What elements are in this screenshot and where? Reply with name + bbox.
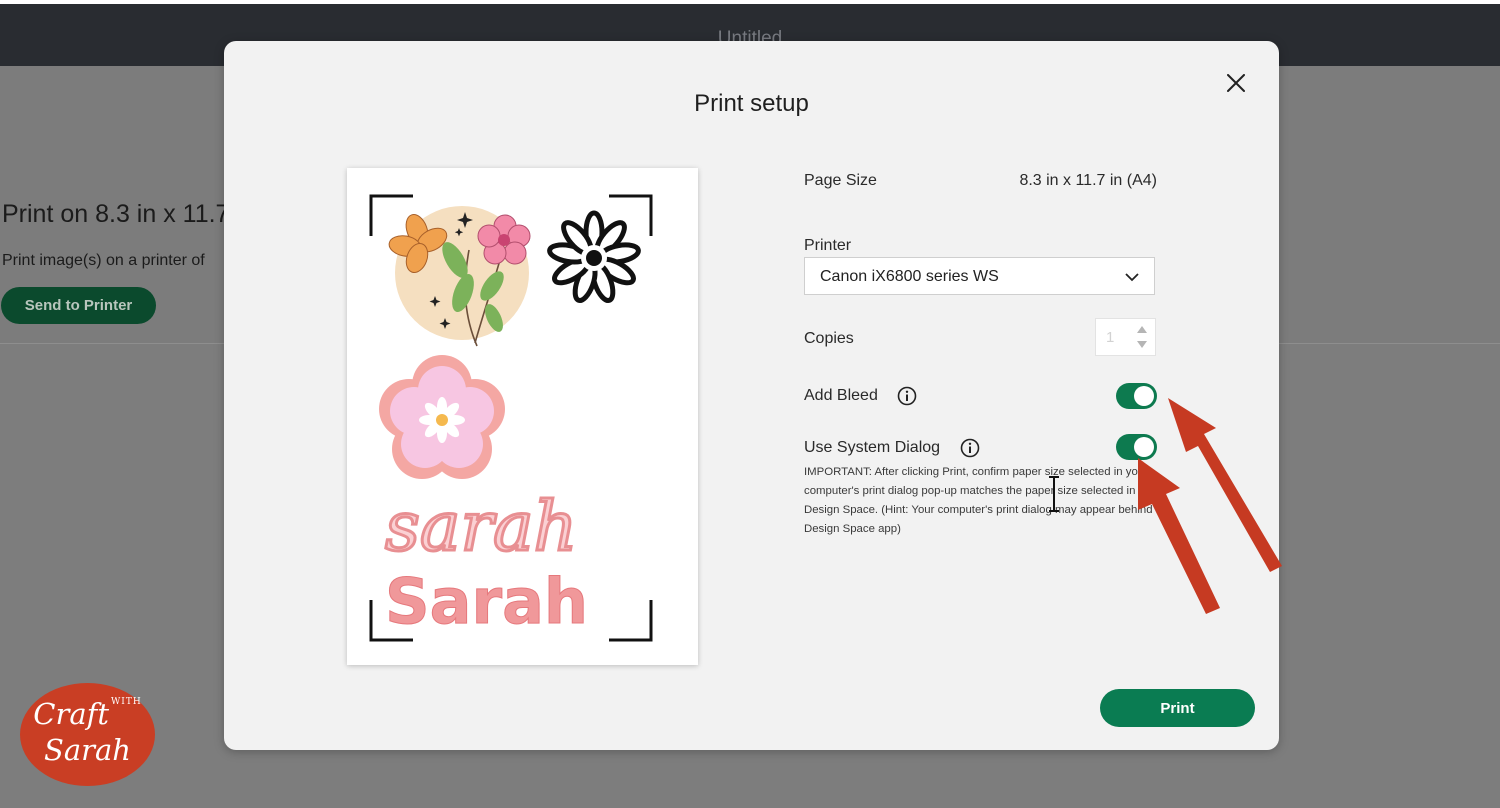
add-bleed-toggle[interactable] [1116,383,1157,409]
printer-label: Printer [804,237,852,254]
preview-artwork: sarah Sarah [369,194,653,642]
system-dialog-note: IMPORTANT: After clicking Print, confirm… [804,466,1153,535]
system-dialog-label: Use System Dialog [804,439,941,456]
close-icon [1227,74,1245,92]
add-bleed-label: Add Bleed [804,387,878,404]
text-cursor-icon [1049,476,1059,512]
background-print-title: Print on 8.3 in x 11.7 [2,200,230,228]
page-size-value: 8.3 in x 11.7 in (A4) [1019,172,1157,189]
logo-with: WITH [111,697,142,707]
print-preview: sarah Sarah [347,168,698,665]
decrement-arrow-icon[interactable] [1136,340,1148,350]
print-button[interactable]: Print [1100,689,1255,727]
printer-select[interactable]: Canon iX6800 series WS [804,257,1155,295]
toggle-knob [1134,437,1154,457]
copies-label: Copies [804,330,854,347]
craft-with-sarah-logo: Craft WITH Sarah [20,683,155,786]
background-print-subtitle: Print image(s) on a printer of [2,252,205,269]
flower-bouquet-image [388,206,531,347]
print-setup-modal: Print setup sarah Sarah Page Size 8.3 in… [224,41,1279,750]
printer-select-value: Canon iX6800 series WS [820,268,999,285]
preview-block-text: Sarah [385,565,588,638]
send-to-printer-button[interactable]: Send to Printer [1,287,156,324]
copies-value: 1 [1106,329,1115,346]
logo-line1: Craft [33,697,110,731]
pink-flower-image [379,355,505,479]
system-dialog-toggle[interactable] [1116,434,1157,460]
toggle-knob [1134,386,1154,406]
logo-line2: Sarah [44,733,131,767]
daisy-outline-image [547,210,641,303]
copies-stepper[interactable]: 1 [1095,318,1156,356]
modal-title: Print setup [694,90,809,117]
close-button[interactable] [1222,69,1250,97]
chevron-down-icon [1125,273,1139,282]
page-size-label: Page Size [804,172,877,189]
info-icon[interactable] [897,386,917,406]
increment-arrow-icon[interactable] [1136,324,1148,334]
preview-script-text: sarah [385,488,577,567]
info-icon[interactable] [960,438,980,458]
